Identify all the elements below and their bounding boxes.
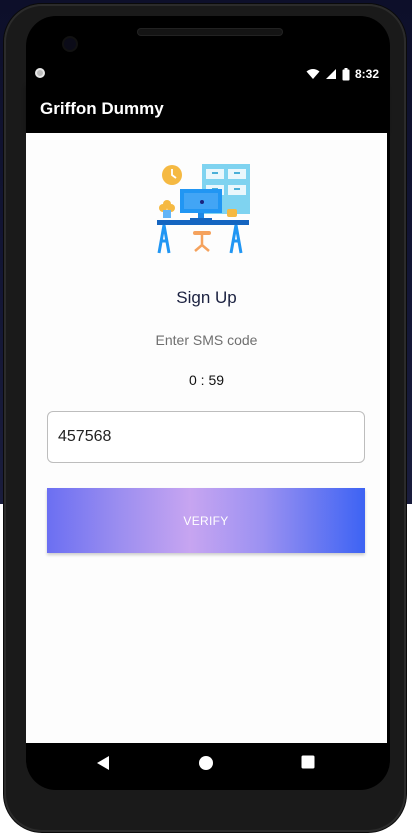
status-icons: 8:32 <box>306 64 379 84</box>
workspace-illustration <box>157 164 250 254</box>
earpiece-speaker <box>137 28 283 36</box>
status-bar: 8:32 <box>26 64 387 84</box>
navigation-bar <box>26 743 387 783</box>
home-icon[interactable] <box>198 755 214 771</box>
signup-screen: Sign Up Enter SMS code 0 : 59 VERIFY <box>26 133 387 743</box>
countdown-timer: 0 : 59 <box>188 372 225 388</box>
page-title: Sign Up <box>176 288 237 307</box>
back-icon[interactable] <box>96 755 110 771</box>
battery-icon <box>342 67 350 80</box>
wifi-icon <box>306 69 320 79</box>
recents-icon[interactable] <box>301 755 315 769</box>
sms-code-input[interactable] <box>47 411 365 463</box>
status-time: 8:32 <box>354 67 379 81</box>
front-camera <box>64 38 76 50</box>
verify-button[interactable]: VERIFY <box>47 488 365 553</box>
app-bar: Griffon Dummy <box>26 84 387 132</box>
desk-shape <box>157 220 249 225</box>
notification-dot-icon <box>35 68 45 78</box>
sms-code-label: Enter SMS code <box>155 332 258 348</box>
signal-icon <box>325 69 336 79</box>
app-title: Griffon Dummy <box>40 99 164 118</box>
